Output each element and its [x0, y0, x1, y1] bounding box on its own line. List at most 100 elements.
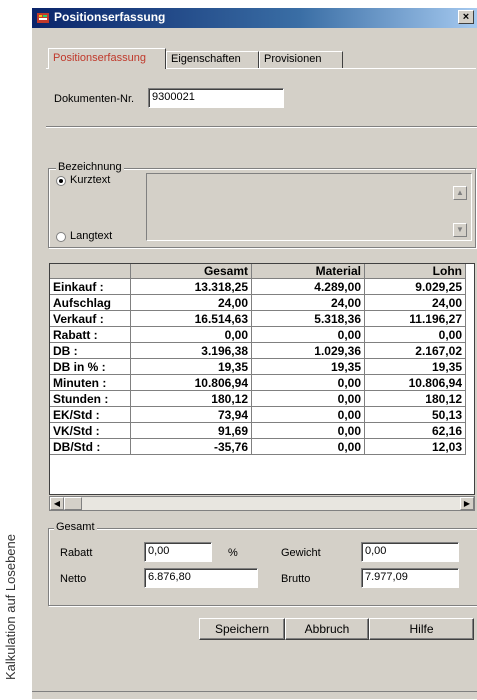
table-row: Rabatt :0,00 0,00 0,00 [50, 326, 466, 343]
app-icon [37, 13, 49, 23]
grid-cell[interactable]: 180,12 [130, 390, 252, 407]
rabatt-field[interactable]: 0,00 [144, 542, 212, 562]
scroll-up-button[interactable]: ▲ [453, 186, 467, 200]
grid-cell[interactable]: 13.318,25 [130, 278, 252, 295]
calculation-grid[interactable]: Gesamt Material Lohn Einkauf :13.318,25 4… [49, 263, 475, 495]
grid-cell[interactable]: 10.806,94 [130, 374, 252, 391]
table-row: VK/Std :91,69 0,00 62,16 [50, 422, 466, 439]
grid-cell[interactable]: 50,13 [364, 406, 466, 423]
grid-cell[interactable]: 4.289,00 [251, 278, 365, 295]
close-button[interactable]: × [458, 10, 474, 24]
row-label: Stunden : [50, 390, 131, 407]
grid-cell[interactable]: 24,00 [364, 294, 466, 311]
tab-positionserfassung[interactable]: Positionserfassung [48, 48, 166, 69]
table-row: Minuten :10.806,94 0,00 10.806,94 [50, 374, 466, 391]
grid-cell[interactable]: 0,00 [251, 326, 365, 343]
document-number-field[interactable]: 9300021 [148, 88, 284, 108]
grid-cell[interactable]: 11.196,27 [364, 310, 466, 327]
kurztext-label: Kurztext [70, 174, 111, 186]
grid-cell[interactable]: 16.514,63 [130, 310, 252, 327]
grid-cell[interactable]: 12,03 [364, 438, 466, 455]
grid-cell[interactable]: 5.318,36 [251, 310, 365, 327]
table-row: DB in % :19,35 19,35 19,35 [50, 358, 466, 375]
gewicht-label: Gewicht [281, 547, 321, 559]
grid-cell[interactable]: 19,35 [251, 358, 365, 375]
grid-cell[interactable]: 180,12 [364, 390, 466, 407]
document-number-label: Dokumenten-Nr. [54, 93, 135, 105]
scroll-right-button[interactable]: ▶ [460, 497, 474, 510]
row-label: EK/Std : [50, 406, 131, 423]
side-caption-text: Kalkulation auf Losebene [3, 533, 18, 680]
grid-cell[interactable]: 0,00 [251, 422, 365, 439]
netto-label: Netto [60, 573, 87, 585]
horizontal-scrollbar[interactable]: ◀ ▶ [49, 496, 475, 511]
gewicht-field[interactable]: 0,00 [361, 542, 459, 562]
bezeichnung-title: Bezeichnung [56, 161, 124, 173]
netto-field[interactable]: 6.876,80 [144, 568, 258, 588]
cancel-button[interactable]: Abbruch [285, 618, 369, 640]
grid-cell[interactable]: 0,00 [364, 326, 466, 343]
grid-cell[interactable]: 91,69 [130, 422, 252, 439]
langtext-label: Langtext [70, 230, 113, 242]
grid-cell[interactable]: -35,76 [130, 438, 252, 455]
grid-corner-cell [50, 264, 131, 279]
grid-cell[interactable]: 0,00 [130, 326, 252, 343]
grid-cell[interactable]: 0,00 [251, 390, 365, 407]
column-header-material[interactable]: Material [251, 264, 365, 279]
row-label: VK/Std : [50, 422, 131, 439]
table-row: DB/Std : -35,76 0,00 12,03 [50, 438, 466, 455]
grid-cell[interactable]: 2.167,02 [364, 342, 466, 359]
row-label: Verkauf : [50, 310, 131, 327]
bezeichnung-textarea[interactable]: ▲ ▼ [146, 173, 472, 241]
grid-header-row: Gesamt Material Lohn [50, 264, 466, 279]
langtext-radio[interactable] [56, 232, 66, 242]
rabatt-label: Rabatt [60, 547, 93, 559]
grid-cell[interactable]: 0,00 [251, 374, 365, 391]
table-row: Einkauf :13.318,25 4.289,00 9.029,25 [50, 278, 466, 295]
scroll-left-button[interactable]: ◀ [50, 497, 64, 510]
gesamt-group [48, 528, 477, 606]
brutto-field[interactable]: 7.977,09 [361, 568, 459, 588]
grid-cell[interactable]: 9.029,25 [364, 278, 466, 295]
column-header-lohn[interactable]: Lohn [364, 264, 466, 279]
grid-cell[interactable]: 62,16 [364, 422, 466, 439]
window-title: Positionserfassung [54, 10, 166, 24]
row-label: Minuten : [50, 374, 131, 391]
scroll-thumb[interactable] [64, 497, 82, 510]
scroll-down-button[interactable]: ▼ [453, 223, 467, 237]
help-button[interactable]: Hilfe [369, 618, 474, 640]
table-row: Stunden :180,12 0,00 180,12 [50, 390, 466, 407]
grid-cell[interactable]: 3.196,38 [130, 342, 252, 359]
title-bar: Positionserfassung × [32, 8, 477, 28]
percent-label: % [228, 547, 238, 559]
grid-cell[interactable]: 10.806,94 [364, 374, 466, 391]
side-caption: Kalkulation auf Losebene [0, 0, 24, 699]
grid-cell[interactable]: 0,00 [251, 438, 365, 455]
row-label: DB/Std : [50, 438, 131, 455]
row-label: DB : [50, 342, 131, 359]
column-header-gesamt[interactable]: Gesamt [130, 264, 252, 279]
kurztext-radio[interactable] [56, 176, 66, 186]
gesamt-title: Gesamt [54, 521, 97, 533]
row-label: Rabatt : [50, 326, 131, 343]
grid-cell[interactable]: 24,00 [251, 294, 365, 311]
tab-provisionen[interactable]: Provisionen [259, 51, 343, 68]
grid-cell[interactable]: 19,35 [364, 358, 466, 375]
grid-cell[interactable]: 24,00 [130, 294, 252, 311]
grid-cell[interactable]: 0,00 [251, 406, 365, 423]
row-label: DB in % : [50, 358, 131, 375]
row-label: Einkauf : [50, 278, 131, 295]
row-label: Aufschlag [50, 294, 131, 311]
grid-cell[interactable]: 73,94 [130, 406, 252, 423]
grid-cell[interactable]: 19,35 [130, 358, 252, 375]
dialog-window: Positionserfassung × Positionserfassung … [31, 8, 477, 699]
save-button[interactable]: Speichern [199, 618, 285, 640]
table-row: Verkauf :16.514,63 5.318,36 11.196,27 [50, 310, 466, 327]
table-row: EK/Std :73,94 0,00 50,13 [50, 406, 466, 423]
brutto-label: Brutto [281, 573, 311, 585]
table-row: Aufschlag 24,00 24,00 24,00 [50, 294, 466, 311]
table-row: DB :3.196,38 1.029,36 2.167,02 [50, 342, 466, 359]
separator [46, 126, 477, 128]
tab-eigenschaften[interactable]: Eigenschaften [166, 51, 259, 68]
grid-cell[interactable]: 1.029,36 [251, 342, 365, 359]
